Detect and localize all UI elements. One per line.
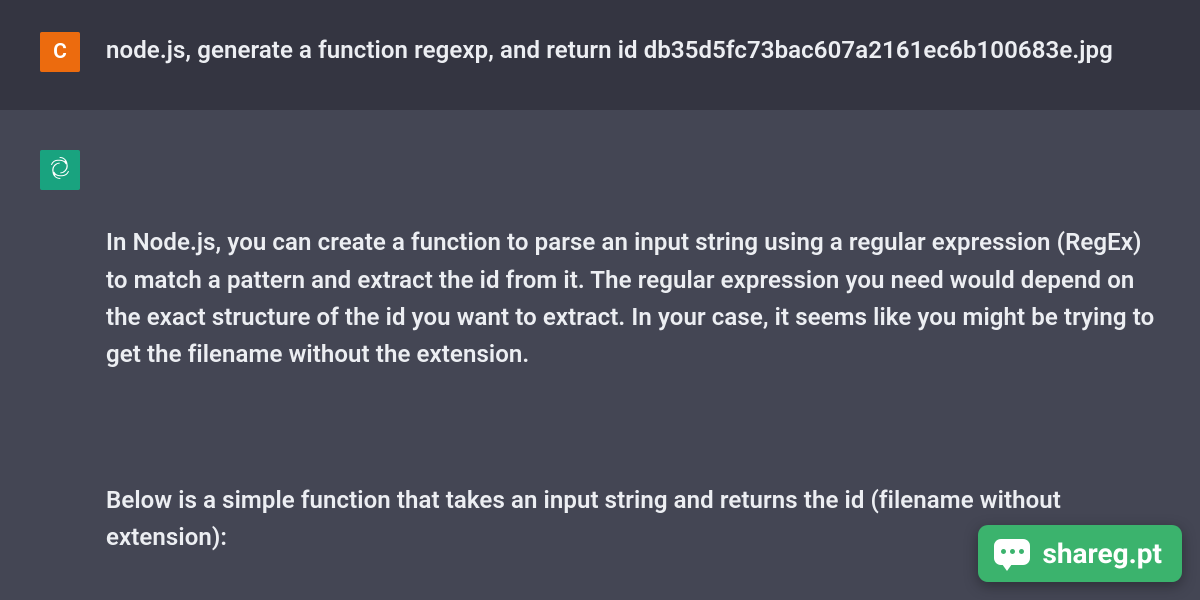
user-message-row: C node.js, generate a function regexp, a…: [0, 0, 1200, 110]
chat-bubble-icon: [994, 539, 1030, 569]
assistant-paragraph-1: In Node.js, you can create a function to…: [106, 224, 1160, 373]
user-avatar-letter: C: [53, 40, 67, 64]
openai-logo-icon: [46, 154, 74, 186]
watermark-label: shareg.pt: [1042, 537, 1162, 570]
user-message-text: node.js, generate a function regexp, and…: [106, 32, 1113, 69]
share-watermark[interactable]: shareg.pt: [978, 525, 1182, 582]
user-avatar: C: [40, 32, 80, 72]
assistant-avatar: [40, 150, 80, 190]
